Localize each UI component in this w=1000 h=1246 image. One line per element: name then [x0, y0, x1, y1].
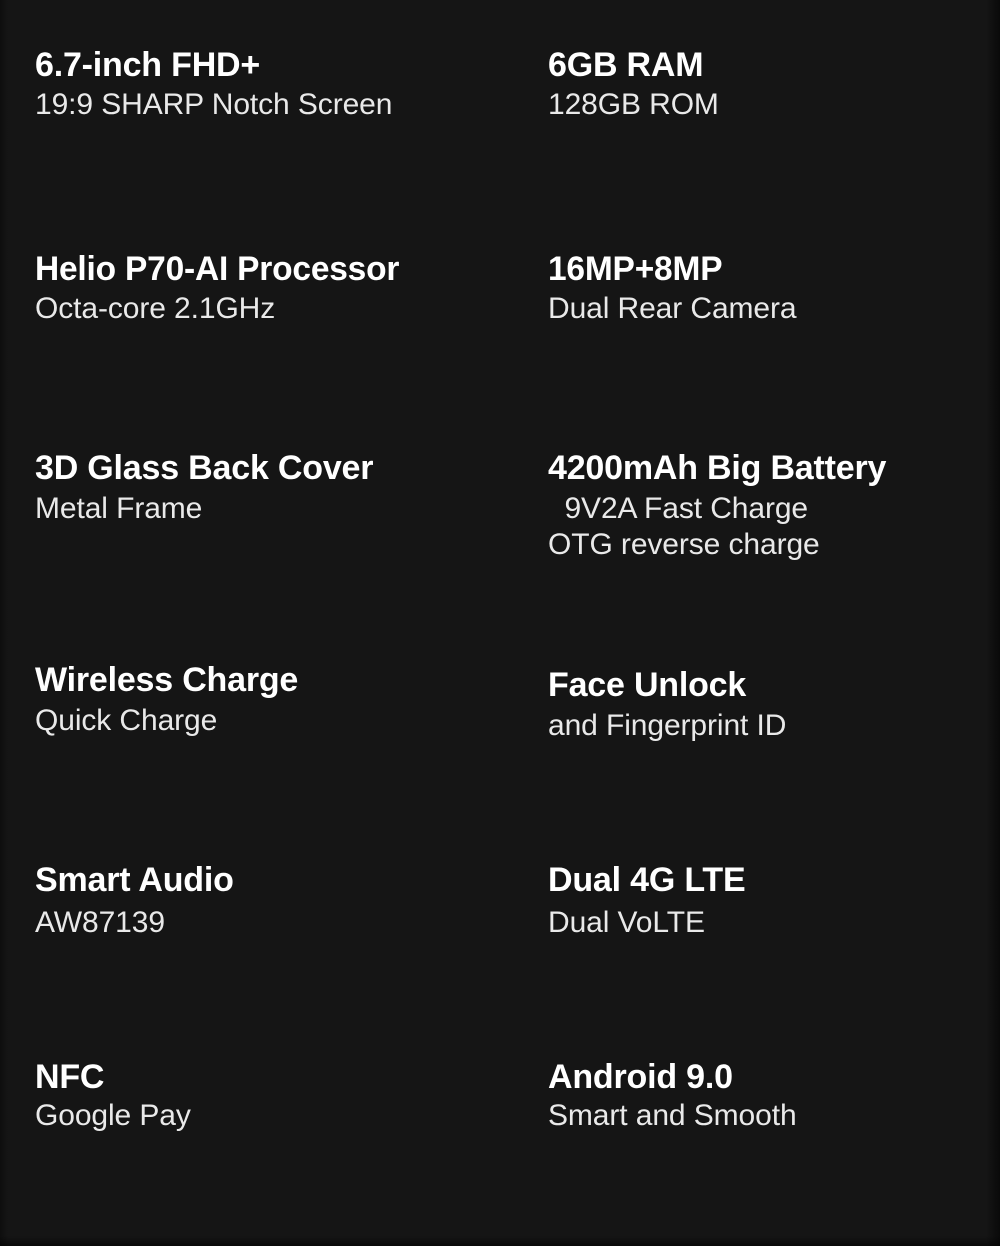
product-spec-sheet: 6.7-inch FHD+ 19:9 SHARP Notch Screen 6G…: [0, 0, 1000, 1246]
spec-title: Face Unlock: [548, 665, 747, 704]
spec-subtitle: and Fingerprint ID: [548, 709, 787, 743]
spec-item-network: Dual 4G LTE Dual VoLTE: [0, 823, 1000, 1017]
spec-subtitle: Dual VoLTE: [548, 906, 705, 940]
spec-item-camera: 16MP+8MP Dual Rear Camera: [0, 240, 1000, 434]
spec-subtitle: Dual Rear Camera: [548, 292, 797, 326]
spec-item-battery: 4200mAh Big Battery 9V2A Fast Charge OTG…: [0, 435, 1000, 629]
spec-title: 4200mAh Big Battery: [548, 448, 887, 487]
spec-item-memory: 6GB RAM 128GB ROM: [0, 46, 1000, 240]
spec-subtitle: Smart and Smooth: [548, 1098, 797, 1132]
spec-title: Dual 4G LTE: [548, 861, 746, 900]
spec-item-os: Android 9.0 Smart and Smooth: [0, 1018, 1000, 1212]
spec-item-biometrics: Face Unlock and Fingerprint ID: [0, 629, 1000, 823]
spec-title: 16MP+8MP: [548, 250, 723, 289]
spec-grid: 6.7-inch FHD+ 19:9 SHARP Notch Screen 6G…: [0, 0, 1000, 1246]
spec-title: Android 9.0: [548, 1057, 733, 1096]
spec-subtitle: 128GB ROM: [548, 88, 719, 122]
spec-title: 6GB RAM: [548, 46, 704, 84]
spec-subtitle: 9V2A Fast Charge OTG reverse charge: [548, 491, 820, 562]
